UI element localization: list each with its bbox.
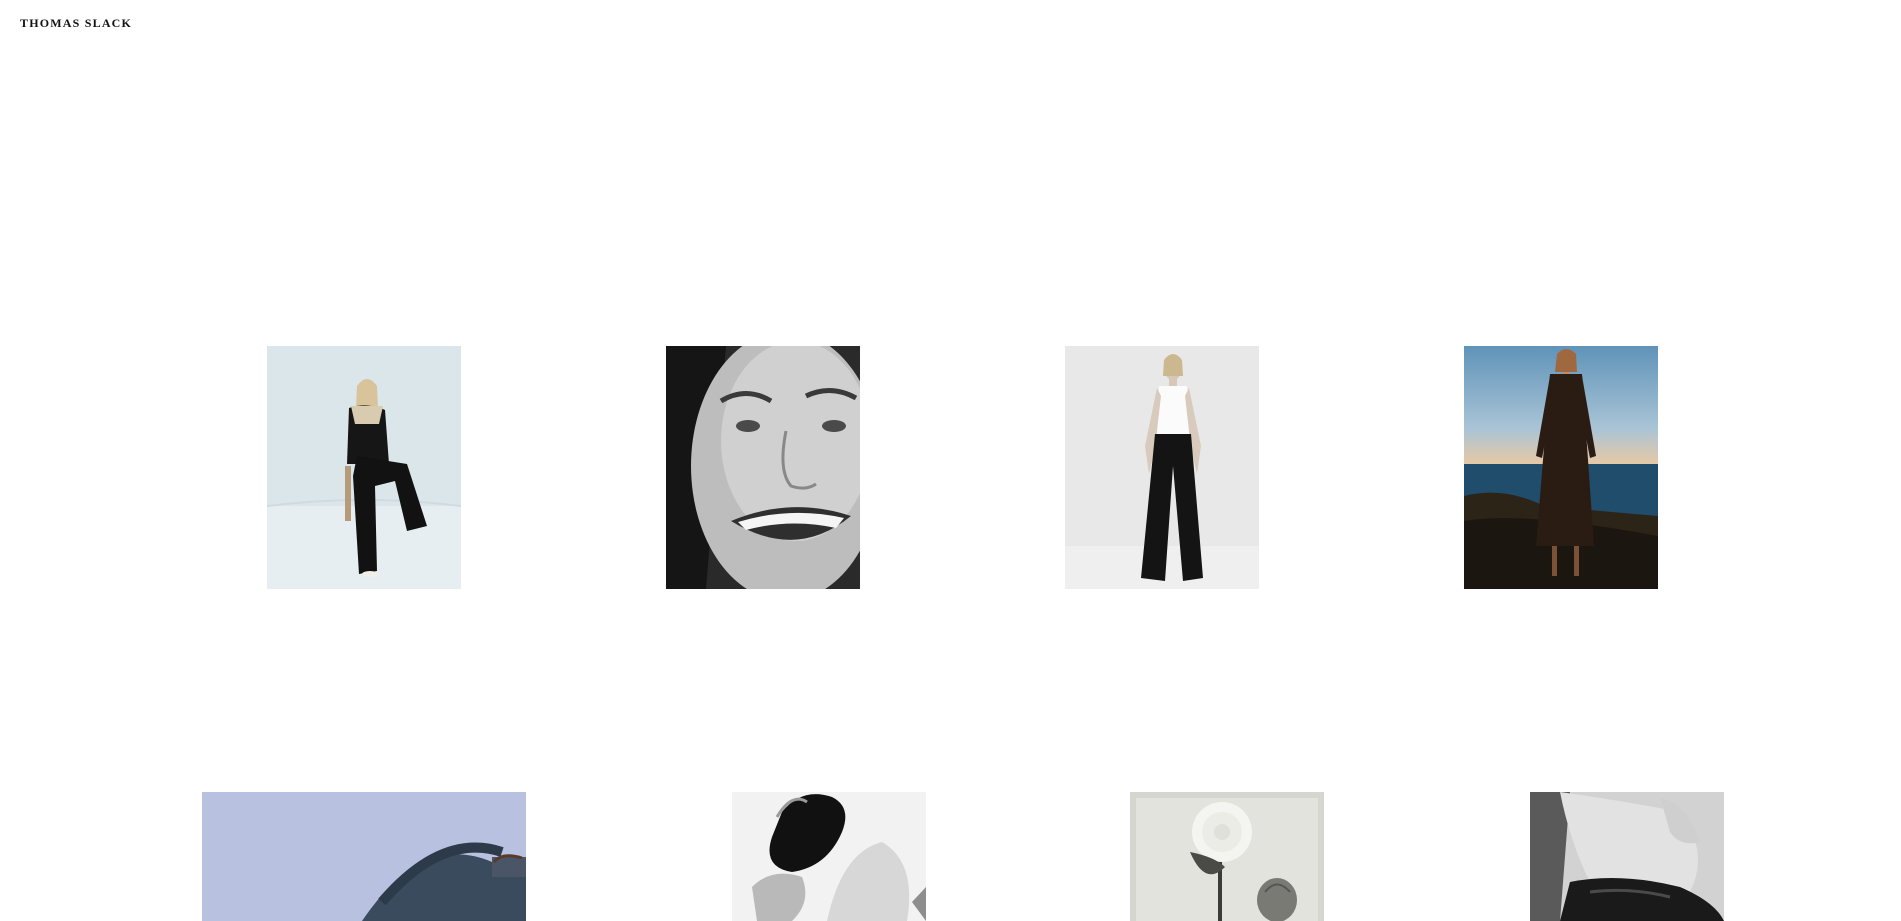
gallery-thumbnail-4[interactable] <box>1464 346 1658 589</box>
gallery-image-crouching-figure <box>1530 792 1724 921</box>
gallery-image-dahlia <box>1130 792 1324 921</box>
gallery-thumbnail-7[interactable] <box>1130 792 1324 921</box>
gallery-image-standing-model <box>1065 346 1259 589</box>
gallery-image-seated-model <box>267 346 461 589</box>
gallery-image-coat-by-sea <box>1464 346 1658 589</box>
gallery-thumbnail-6[interactable] <box>732 792 926 921</box>
gallery-thumbnail-3[interactable] <box>1065 346 1259 589</box>
gallery-image-black-fabric <box>732 792 926 921</box>
gallery-thumbnail-1[interactable] <box>267 346 461 589</box>
gallery-thumbnail-8[interactable] <box>1530 792 1724 921</box>
site-title-link[interactable]: THOMAS SLACK <box>20 16 132 31</box>
gallery-image-smiling-face <box>666 346 860 589</box>
gallery-image-handbag <box>202 792 526 921</box>
gallery-thumbnail-2[interactable] <box>666 346 860 589</box>
gallery-thumbnail-5[interactable] <box>202 792 526 921</box>
